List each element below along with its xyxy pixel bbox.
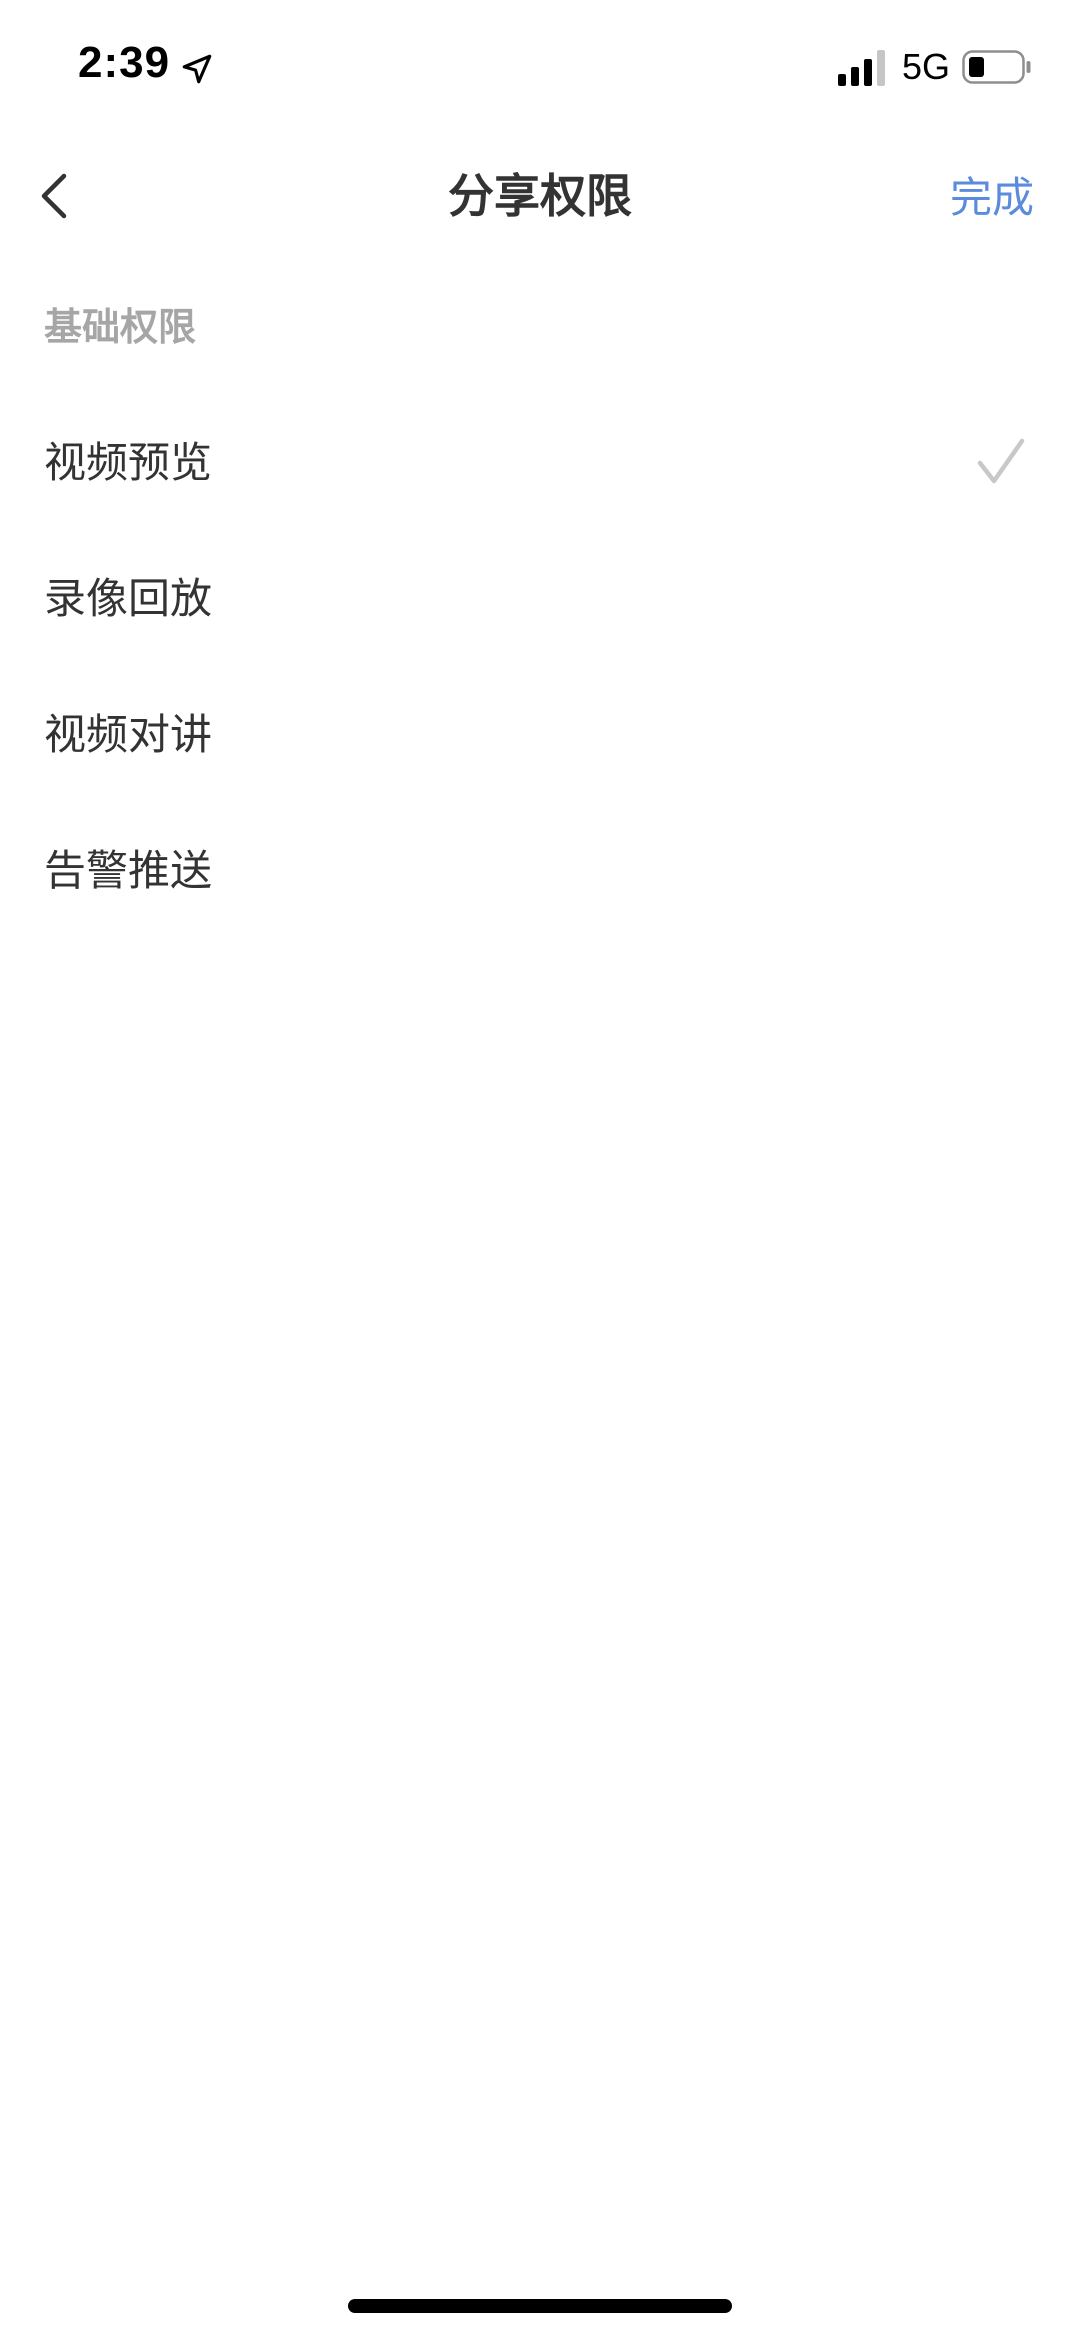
permission-list: 视频预览 录像回放 视频对讲 告警推送 <box>0 395 1080 939</box>
battery-icon <box>962 50 1031 84</box>
chevron-left-icon <box>41 173 67 219</box>
status-time: 2:39 <box>78 38 171 87</box>
network-type-label: 5G <box>902 46 951 87</box>
permission-row-video-preview[interactable]: 视频预览 <box>0 395 1080 531</box>
status-bar: 2:39 5G <box>0 0 1080 140</box>
page-title: 分享权限 <box>448 169 632 223</box>
checkmark-icon <box>977 438 1025 484</box>
back-button[interactable] <box>28 162 84 228</box>
home-indicator <box>348 2299 732 2313</box>
permission-label: 视频对讲 <box>44 710 213 759</box>
permission-row-playback[interactable]: 录像回放 <box>0 531 1080 667</box>
permission-row-intercom[interactable]: 视频对讲 <box>0 667 1080 803</box>
permission-label: 录像回放 <box>44 574 213 623</box>
section-header-basic-permissions: 基础权限 <box>44 305 197 349</box>
nav-bar: 分享权限 完成 <box>0 140 1080 250</box>
permission-label: 告警推送 <box>44 846 213 895</box>
location-arrow-icon <box>182 54 212 84</box>
permission-row-alarm-push[interactable]: 告警推送 <box>0 803 1080 939</box>
cellular-signal-icon <box>838 50 885 86</box>
permission-label: 视频预览 <box>44 438 213 487</box>
done-button[interactable]: 完成 <box>950 164 1034 225</box>
